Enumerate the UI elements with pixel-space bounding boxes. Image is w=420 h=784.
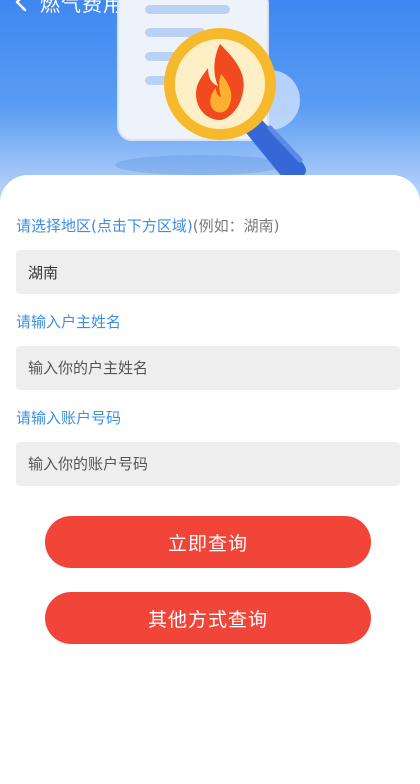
region-label-hint: (例如：湖南)	[192, 217, 280, 235]
region-label: 请选择地区(点击下方区域)(例如：湖南)	[16, 215, 279, 236]
region-field[interactable]	[16, 250, 400, 294]
other-methods-button[interactable]: 其他方式查询	[45, 592, 371, 644]
account-number-label: 请输入账户号码	[16, 409, 122, 427]
chevron-left-icon[interactable]	[10, 0, 34, 14]
account-number-field[interactable]	[16, 442, 400, 486]
owner-name-label: 请输入户主姓名	[16, 313, 122, 331]
owner-name-field[interactable]	[16, 346, 400, 390]
query-now-button[interactable]: 立即查询	[45, 516, 371, 568]
region-label-primary: 请选择地区(点击下方区域)	[16, 217, 193, 235]
magnifier-flame-icon	[115, 0, 306, 180]
